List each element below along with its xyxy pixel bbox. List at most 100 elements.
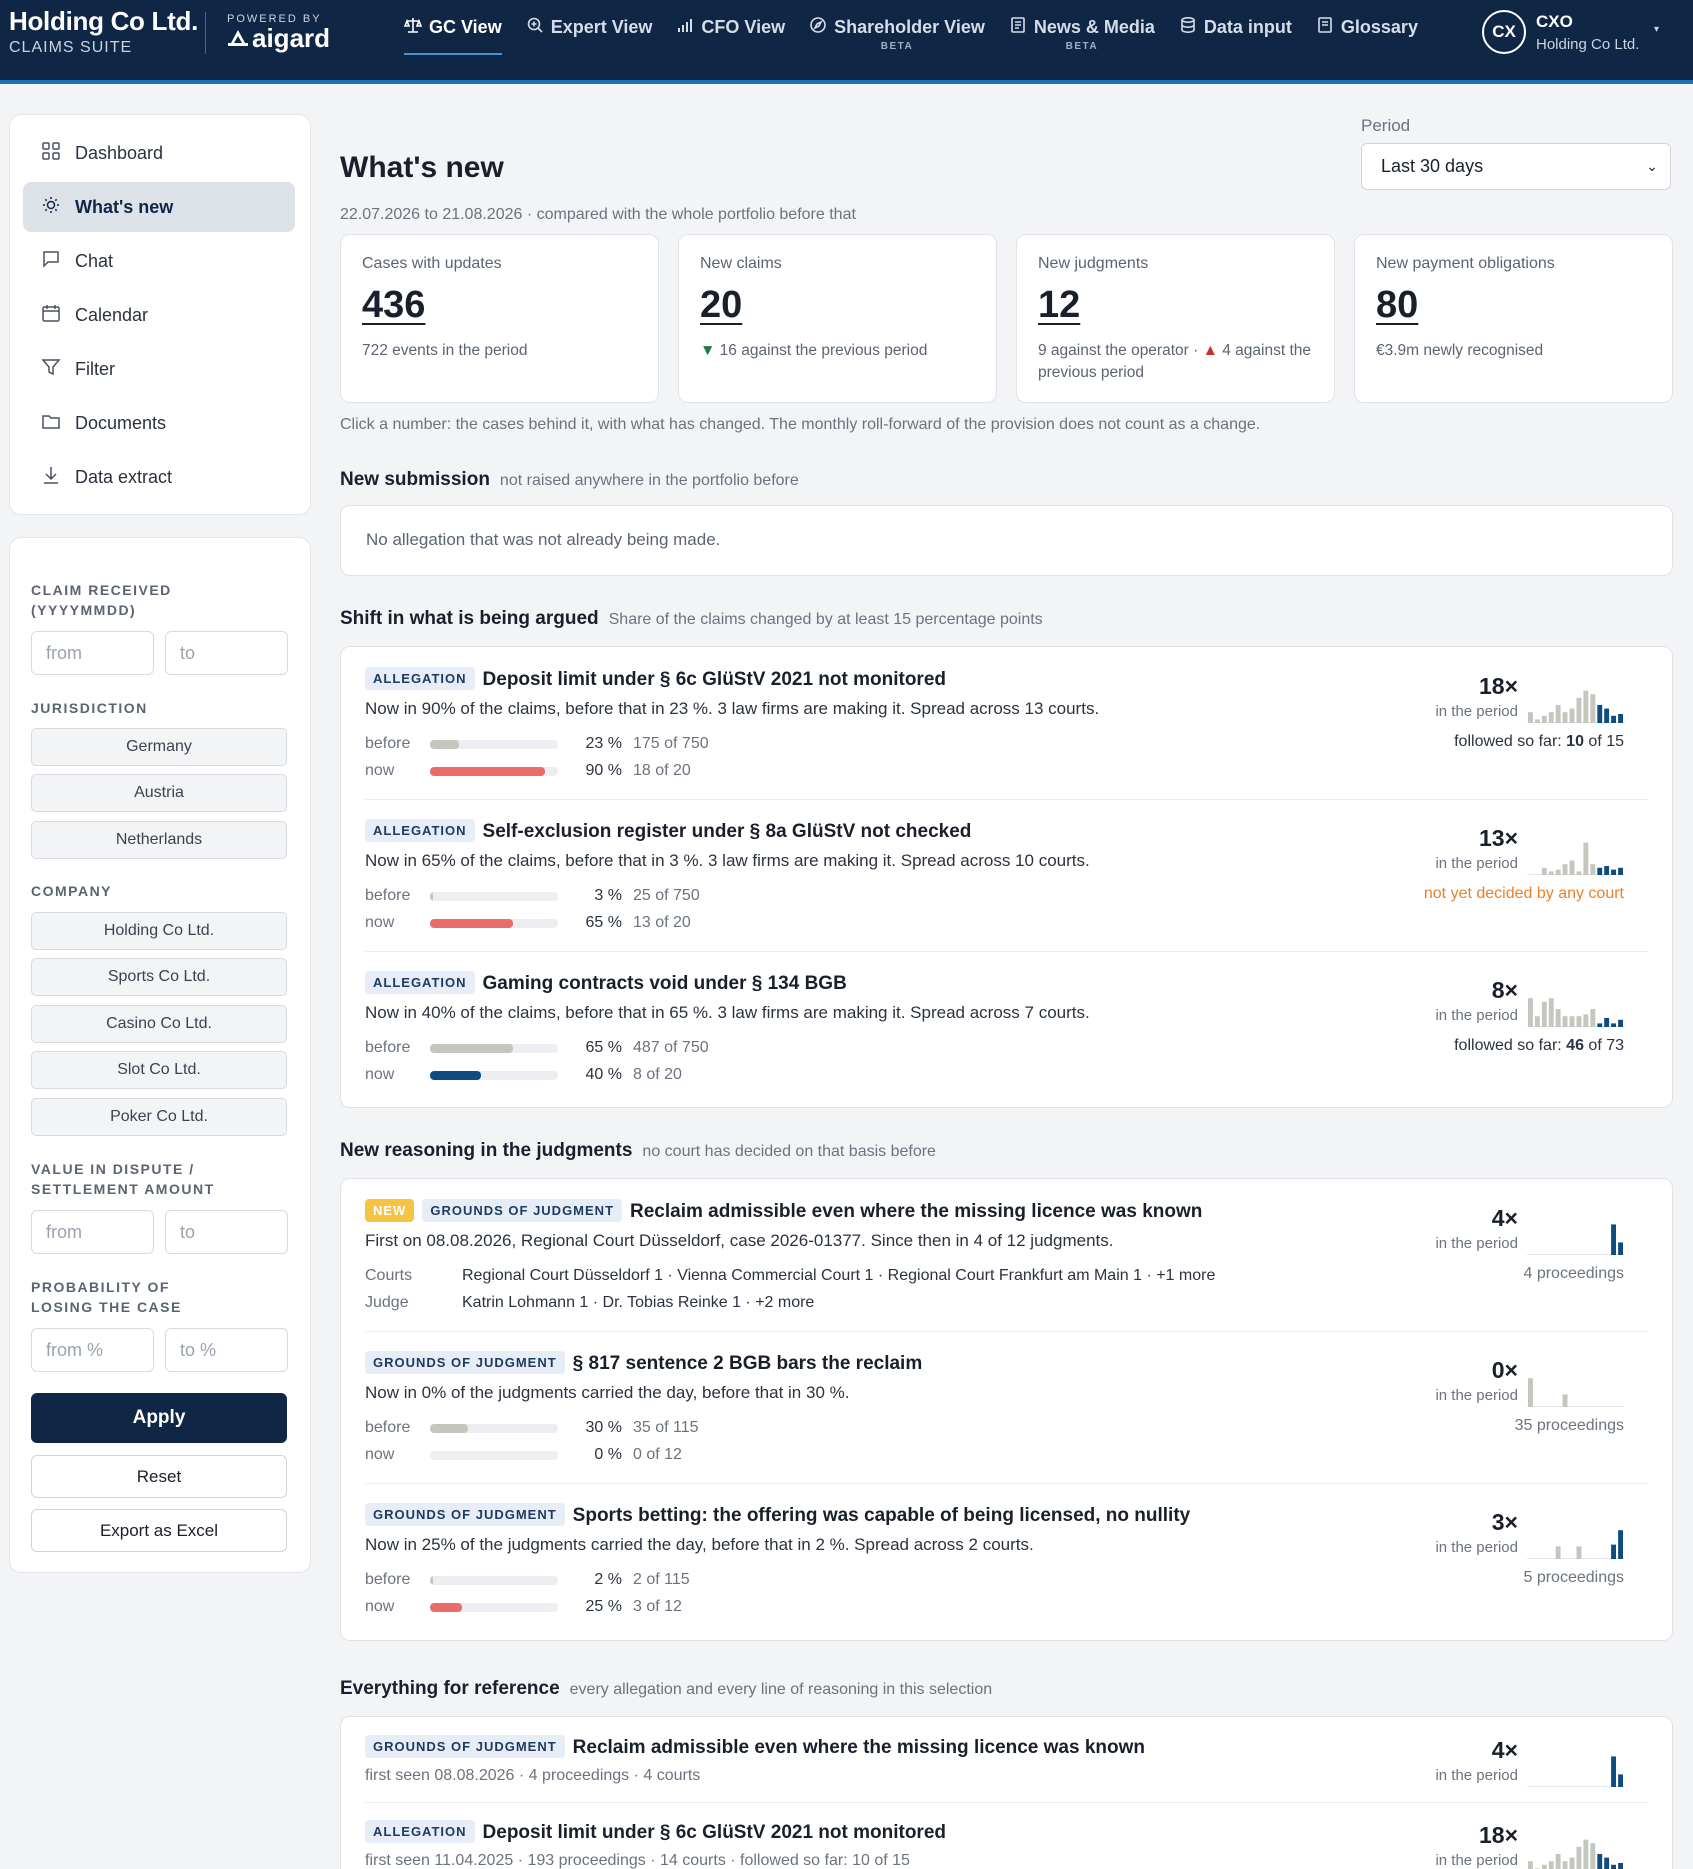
sparkline-bar xyxy=(1611,1544,1616,1559)
nav-cfo-view[interactable]: CFO View xyxy=(666,0,795,80)
folder-icon xyxy=(41,411,61,436)
kpi-new-payment-obligations[interactable]: New payment obligations 80 €3.9m newly r… xyxy=(1354,234,1673,403)
frequency-count[interactable]: 3× xyxy=(1379,1509,1518,1536)
user-menu[interactable]: CX CXO Holding Co Ltd. ▾ xyxy=(1482,10,1659,54)
row-count: 0 of 12 xyxy=(633,1446,682,1463)
divider xyxy=(365,1331,1648,1332)
nav-label: Expert View xyxy=(550,17,653,37)
row-percent: 30 % xyxy=(585,1419,622,1436)
company-option[interactable]: Holding Co Ltd. xyxy=(31,912,287,950)
kpi-value[interactable]: 20 xyxy=(700,284,975,327)
kpi-value[interactable]: 80 xyxy=(1376,284,1651,327)
period-select[interactable]: Last 30 days ⌄ xyxy=(1361,143,1671,190)
export-excel-button[interactable]: Export as Excel xyxy=(31,1509,287,1552)
probability-label: PROBABILITY OF LOSING THE CASE xyxy=(31,1279,182,1315)
sparkline-bar xyxy=(1528,998,1533,1027)
nav-shareholder-view[interactable]: Shareholder View BETA xyxy=(799,0,995,80)
item-title[interactable]: Gaming contracts void under § 134 BGB xyxy=(483,973,847,994)
row-label: now xyxy=(365,762,395,779)
row-count: 3 of 12 xyxy=(633,1598,682,1615)
item-title[interactable]: § 817 sentence 2 BGB bars the reclaim xyxy=(573,1353,923,1374)
sparkline-bar xyxy=(1597,867,1603,875)
row-count: 35 of 115 xyxy=(633,1419,699,1436)
followed-note: followed so far: 46 of 73 xyxy=(1379,1037,1624,1055)
nav-glossary[interactable]: Glossary xyxy=(1306,0,1428,80)
frequency-count[interactable]: 8× xyxy=(1379,977,1518,1004)
nav-data-input[interactable]: Data input xyxy=(1169,0,1302,80)
beta-badge: BETA xyxy=(1065,41,1099,52)
brand-divider xyxy=(205,12,206,54)
reset-button[interactable]: Reset xyxy=(31,1455,287,1498)
apply-button[interactable]: Apply xyxy=(31,1393,287,1443)
frequency-period: in the period xyxy=(1435,1007,1518,1024)
row-label: now xyxy=(365,1446,395,1463)
sidebar-item-documents[interactable]: Documents xyxy=(23,398,295,448)
progress-track xyxy=(430,766,558,776)
jurisdiction-option[interactable]: Germany xyxy=(31,728,287,766)
frequency-count[interactable]: 4× xyxy=(1379,1737,1518,1764)
sidebar-item-chat[interactable]: Chat xyxy=(23,236,295,286)
sidebar-item-label: Data extract xyxy=(75,466,173,487)
sidebar-item-filter[interactable]: Filter xyxy=(23,344,295,394)
sparkline-wrap xyxy=(1527,1747,1624,1787)
nav-news-media[interactable]: News & Media BETA xyxy=(999,0,1165,80)
row-label: before xyxy=(365,887,411,904)
frequency-count[interactable]: 0× xyxy=(1379,1357,1518,1384)
frequency-count[interactable]: 18× xyxy=(1379,1822,1518,1849)
nav-expert-view[interactable]: Expert View xyxy=(516,0,663,80)
sidebar-item-calendar[interactable]: Calendar xyxy=(23,290,295,340)
comparison-row: now 90 % 18 of 20 xyxy=(365,762,691,780)
kpi-value[interactable]: 436 xyxy=(362,284,637,327)
frequency-count[interactable]: 4× xyxy=(1379,1205,1518,1232)
sparkline-bar xyxy=(1590,1843,1596,1869)
item-title[interactable]: Self-exclusion register under § 8a GlüSt… xyxy=(483,821,972,842)
jurisdiction-option[interactable]: Netherlands xyxy=(31,821,287,859)
value-from-input[interactable]: from xyxy=(31,1210,154,1254)
frequency-count[interactable]: 18× xyxy=(1379,673,1518,700)
sparkline-bar xyxy=(1555,1546,1561,1559)
item-title[interactable]: Reclaim admissible even where the missin… xyxy=(630,1201,1202,1222)
claim-received-to-input[interactable]: to xyxy=(165,631,288,675)
meta-label: Judge xyxy=(365,1294,409,1311)
progress-fill xyxy=(430,1070,482,1080)
frequency-period: in the period xyxy=(1435,703,1518,720)
company-option[interactable]: Poker Co Ltd. xyxy=(31,1098,287,1136)
item-title[interactable]: Reclaim admissible even where the missin… xyxy=(573,1737,1145,1758)
sparkline-bar xyxy=(1541,1864,1547,1869)
probability-to-input[interactable]: to % xyxy=(165,1328,288,1372)
company-option[interactable]: Slot Co Ltd. xyxy=(31,1051,287,1089)
row-label: now xyxy=(365,914,395,931)
kpi-new-claims[interactable]: New claims 20 ▼ 16 against the previous … xyxy=(678,234,997,403)
sparkline-bar xyxy=(1541,1001,1547,1027)
company-option[interactable]: Sports Co Ltd. xyxy=(31,958,287,996)
item-title[interactable]: Deposit limit under § 6c GlüStV 2021 not… xyxy=(483,669,946,690)
sidebar-item-dashboard[interactable]: Dashboard xyxy=(23,128,295,178)
sidebar-item-whats-new[interactable]: What's new xyxy=(23,182,295,232)
value-to-input[interactable]: to xyxy=(165,1210,288,1254)
nav-gc-view[interactable]: GC View xyxy=(394,0,512,80)
period-value: Last 30 days xyxy=(1381,156,1484,176)
company-option[interactable]: Casino Co Ltd. xyxy=(31,1005,287,1043)
kpi-new-judgments[interactable]: New judgments 12 9 against the operator … xyxy=(1016,234,1335,403)
section-title: Everything for reference xyxy=(340,1678,560,1699)
frequency-period: in the period xyxy=(1435,1539,1518,1556)
item-title[interactable]: Deposit limit under § 6c GlüStV 2021 not… xyxy=(483,1822,946,1843)
frequency-count[interactable]: 13× xyxy=(1379,825,1518,852)
kpi-value[interactable]: 12 xyxy=(1038,284,1313,327)
claim-received-from-input[interactable]: from xyxy=(31,631,154,675)
item-title[interactable]: Sports betting: the offering was capable… xyxy=(573,1505,1191,1526)
row-percent: 25 % xyxy=(585,1598,622,1615)
probability-from-input[interactable]: from % xyxy=(31,1328,154,1372)
sidebar-item-data-extract[interactable]: Data extract xyxy=(23,452,295,502)
jurisdiction-option[interactable]: Austria xyxy=(31,774,287,812)
meta-value: Regional Court Düsseldorf 1 · Vienna Com… xyxy=(462,1267,1216,1284)
sparkline-bar xyxy=(1562,1861,1568,1869)
brand[interactable]: Holding Co Ltd. CLAIMS SUITE xyxy=(9,6,198,57)
sparkline-bar xyxy=(1555,1009,1561,1027)
value-in-dispute-label: VALUE IN DISPUTE / SETTLEMENT AMOUNT xyxy=(31,1161,215,1197)
kpi-cases-with-updates[interactable]: Cases with updates 436 722 events in the… xyxy=(340,234,659,403)
judge-row: Judge Katrin Lohmann 1 · Dr. Tobias Reink… xyxy=(365,1294,814,1312)
reference-tag: GROUNDS OF JUDGMENT xyxy=(365,1735,565,1758)
sparkline-bar xyxy=(1548,998,1554,1027)
sparkline-bar xyxy=(1618,867,1623,875)
